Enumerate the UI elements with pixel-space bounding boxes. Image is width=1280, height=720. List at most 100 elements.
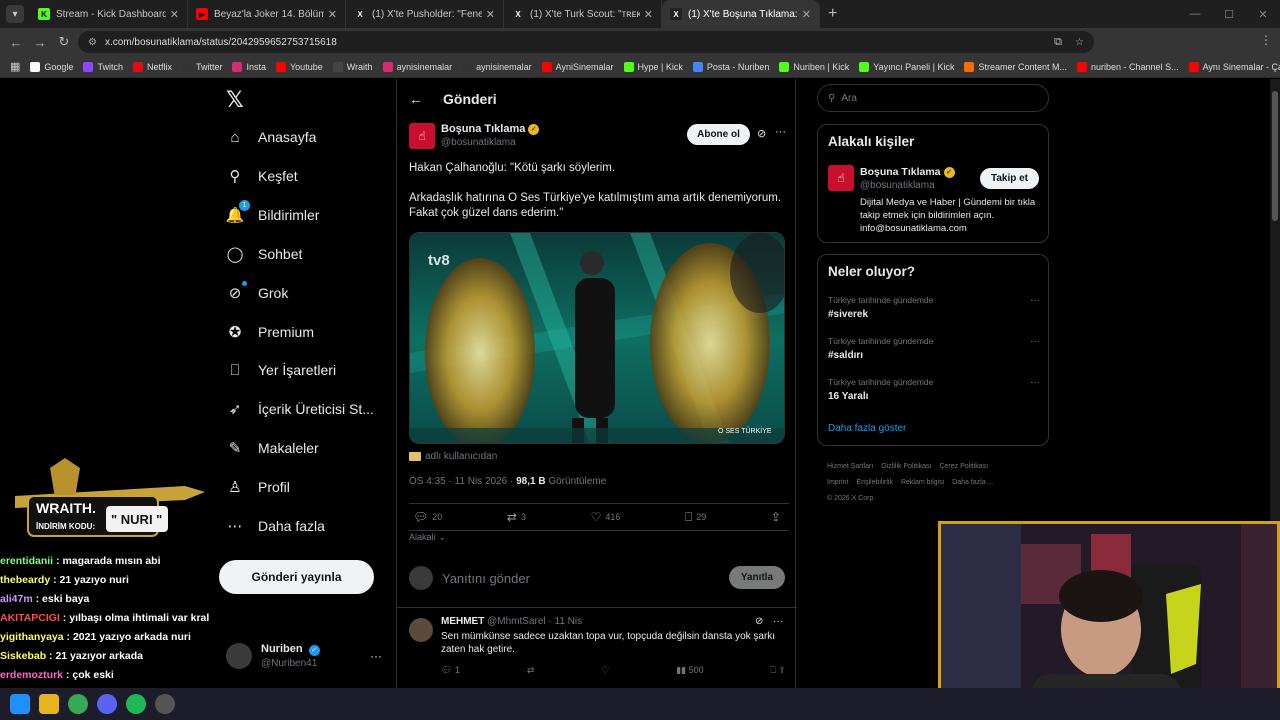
post-button[interactable]: Gönderi yayınla xyxy=(219,560,374,594)
nav-item-chat[interactable]: ◯ Sohbet xyxy=(226,245,303,263)
reply-button[interactable]: 💬︎ 1 xyxy=(441,665,460,676)
media-source-note[interactable]: adlı kullanıcıdan xyxy=(409,451,497,462)
nav-item-premium[interactable]: ✪ Premium xyxy=(226,323,314,341)
views-button[interactable]: ▮▮ 500 xyxy=(676,665,703,676)
install-icon[interactable]: ⧉ xyxy=(1054,36,1062,49)
nav-item-grok[interactable]: ⊘ Grok xyxy=(226,280,288,302)
footer-link[interactable]: Gizlilik Politikası xyxy=(881,463,931,470)
close-tab-icon[interactable]: ✕ xyxy=(644,8,653,21)
grok-icon[interactable]: ⊘ xyxy=(757,127,766,140)
nav-item-profile[interactable]: ♙ Profil xyxy=(226,478,290,496)
bookmark-item[interactable]: aynisinemalar xyxy=(462,61,532,72)
browser-tab[interactable]: X (1) X'te Turk Scout: "ᴛʀᴇᴋ BREAK ✕ xyxy=(504,0,662,28)
follow-button[interactable]: Takip et xyxy=(980,168,1039,189)
minimize-icon[interactable]: — xyxy=(1178,0,1212,28)
bookmark-item[interactable]: Streamer Content M... xyxy=(964,61,1067,72)
file-explorer-icon[interactable] xyxy=(39,694,59,714)
close-tab-icon[interactable]: ✕ xyxy=(802,8,811,21)
more-icon[interactable]: ··· xyxy=(1030,336,1040,347)
footer-link[interactable]: Imprint xyxy=(827,479,848,486)
bookmark-item[interactable]: AyniSinemalar xyxy=(541,61,614,72)
bookmark-item[interactable]: Nuriben | Kick xyxy=(779,61,849,72)
bookmark-item[interactable]: Netflix xyxy=(132,61,172,72)
post-author[interactable]: ☝ Boşuna Tıklama ✓ @bosunatiklama xyxy=(409,123,540,149)
close-tab-icon[interactable]: ✕ xyxy=(486,8,495,21)
spotify-icon[interactable] xyxy=(126,694,146,714)
author-name[interactable]: Boşuna Tıklama ✓ xyxy=(441,123,540,135)
nav-item-home[interactable]: ⌂ Anasayfa xyxy=(226,128,316,146)
nav-item-bell[interactable]: 🔔 1 Bildirimler xyxy=(226,199,319,224)
address-bar[interactable]: ⚙ x.com/bosunatiklama/status/20429596527… xyxy=(78,31,1094,53)
reply-sort-dropdown[interactable]: Alakalı ⌄ xyxy=(409,532,446,543)
related-handle[interactable]: @bosunatiklama xyxy=(860,180,935,191)
obs-icon[interactable] xyxy=(155,694,175,714)
reload-icon[interactable]: ↻ xyxy=(52,34,76,50)
post-timestamp[interactable]: ÖS 4:35 · 11 Nis 2026 · xyxy=(409,476,516,487)
trend-item[interactable]: Türkiye tarihinde gündemde 16 Yaralı ··· xyxy=(828,377,1040,402)
bookmark-item[interactable]: Aynı Sinemalar - Ça... xyxy=(1188,61,1280,72)
reply-author-name[interactable]: MEHMET xyxy=(441,616,484,627)
bookmark-item[interactable]: aynisinemalar xyxy=(382,61,452,72)
reply-submit-button[interactable]: Yanıtla xyxy=(729,566,785,589)
avatar[interactable] xyxy=(409,618,433,642)
more-icon[interactable]: ··· xyxy=(1030,295,1040,306)
more-icon[interactable]: ··· xyxy=(775,126,786,138)
subscribe-button[interactable]: Abone ol xyxy=(687,124,750,145)
windows-start-icon[interactable] xyxy=(10,694,30,714)
repost-icon[interactable]: ⇄ xyxy=(527,665,535,676)
site-info-icon[interactable]: ⚙ xyxy=(88,37,97,48)
bookmark-star-icon[interactable]: ☆ xyxy=(1075,37,1084,48)
nav-item-rocket[interactable]: ➶ İçerik Üreticisi St... xyxy=(226,400,374,418)
account-switcher[interactable]: Nuriben ✓ @Nuriben41 ··· xyxy=(226,643,382,669)
trend-item[interactable]: Türkiye tarihinde gündemde #saldırı ··· xyxy=(828,336,1040,361)
footer-link[interactable]: Daha fazla ... xyxy=(952,479,993,486)
nav-item-article[interactable]: ✎ Makaleler xyxy=(226,439,319,457)
bookmark-button[interactable]: ⎕ 29 xyxy=(685,510,706,525)
author-avatar[interactable]: ☝ xyxy=(828,165,854,191)
reply-input[interactable]: Yanıtını gönder xyxy=(442,571,530,586)
maximize-icon[interactable]: ☐ xyxy=(1212,0,1246,28)
close-tab-icon[interactable]: ✕ xyxy=(170,8,179,21)
footer-link[interactable]: Hizmet Şartları xyxy=(827,463,873,470)
forward-icon[interactable]: → xyxy=(28,35,52,50)
related-name[interactable]: Boşuna Tıklama ✓ xyxy=(860,166,955,178)
share-button[interactable]: ⇪ xyxy=(771,510,785,524)
back-icon[interactable]: ← xyxy=(4,35,28,50)
bookmark-icon[interactable]: ⎕ ⇪ xyxy=(771,665,786,676)
back-arrow-icon[interactable]: ← xyxy=(409,91,423,107)
x-logo-icon[interactable]: 𝕏 xyxy=(226,87,244,113)
browser-menu-icon[interactable]: ⋮ xyxy=(1260,33,1272,47)
close-window-icon[interactable]: ✕ xyxy=(1246,0,1280,28)
bookmark-item[interactable]: nuriben - Channel S... xyxy=(1077,61,1179,72)
author-handle[interactable]: @bosunatiklama xyxy=(441,137,539,148)
nav-item-search[interactable]: ⚲ Keşfet xyxy=(226,167,298,185)
more-icon[interactable]: ··· xyxy=(773,616,783,627)
bookmark-item[interactable]: Wraith xyxy=(332,61,373,72)
heart-icon[interactable]: ♡ xyxy=(601,665,609,676)
more-icon[interactable]: ··· xyxy=(370,649,382,663)
footer-link[interactable]: Erişilebilirlik xyxy=(856,479,893,486)
browser-tab[interactable]: K Stream - Kick Dashboard ✕ xyxy=(30,0,188,28)
browser-tab[interactable]: ▶ Beyaz'la Joker 14. Bölüm - YouT ✕ xyxy=(188,0,346,28)
footer-link[interactable]: Reklam bilgisi xyxy=(901,479,944,486)
close-tab-icon[interactable]: ✕ xyxy=(328,8,337,21)
tab-search-button[interactable]: ▾ xyxy=(6,5,24,23)
apps-grid-icon[interactable]: ▦ xyxy=(10,60,20,73)
reply-composer[interactable]: Yanıtını gönder Yanıtla xyxy=(409,563,785,593)
repost-button[interactable]: ⇄ 3 xyxy=(507,510,526,524)
bookmark-item[interactable]: Twitch xyxy=(83,61,123,72)
reply-date[interactable]: · 11 Nis xyxy=(548,616,582,627)
reply-author-handle[interactable]: @MhmtSarel xyxy=(487,616,546,627)
bookmark-item[interactable]: Posta - Nuriben xyxy=(692,61,769,72)
post-media[interactable]: tv8 O SES TÜRKİYE xyxy=(409,232,785,444)
chrome-icon[interactable] xyxy=(68,694,88,714)
browser-tab[interactable]: X (1) X'te Boşuna Tıklama: "Ha ✕ xyxy=(662,0,820,28)
reply-button[interactable]: 💬︎ 20 xyxy=(413,510,442,524)
bookmark-item[interactable]: Twitter xyxy=(181,61,222,72)
nav-item-bookmark[interactable]: ⎕ Yer İşaretleri xyxy=(226,361,336,379)
show-more-link[interactable]: Daha fazla göster xyxy=(828,423,906,434)
footer-link[interactable]: © 2026 X Corp. xyxy=(827,495,875,502)
author-avatar[interactable]: ☝ xyxy=(409,123,435,149)
bookmark-item[interactable]: Google xyxy=(30,61,73,72)
bookmark-item[interactable]: Hype | Kick xyxy=(623,61,683,72)
